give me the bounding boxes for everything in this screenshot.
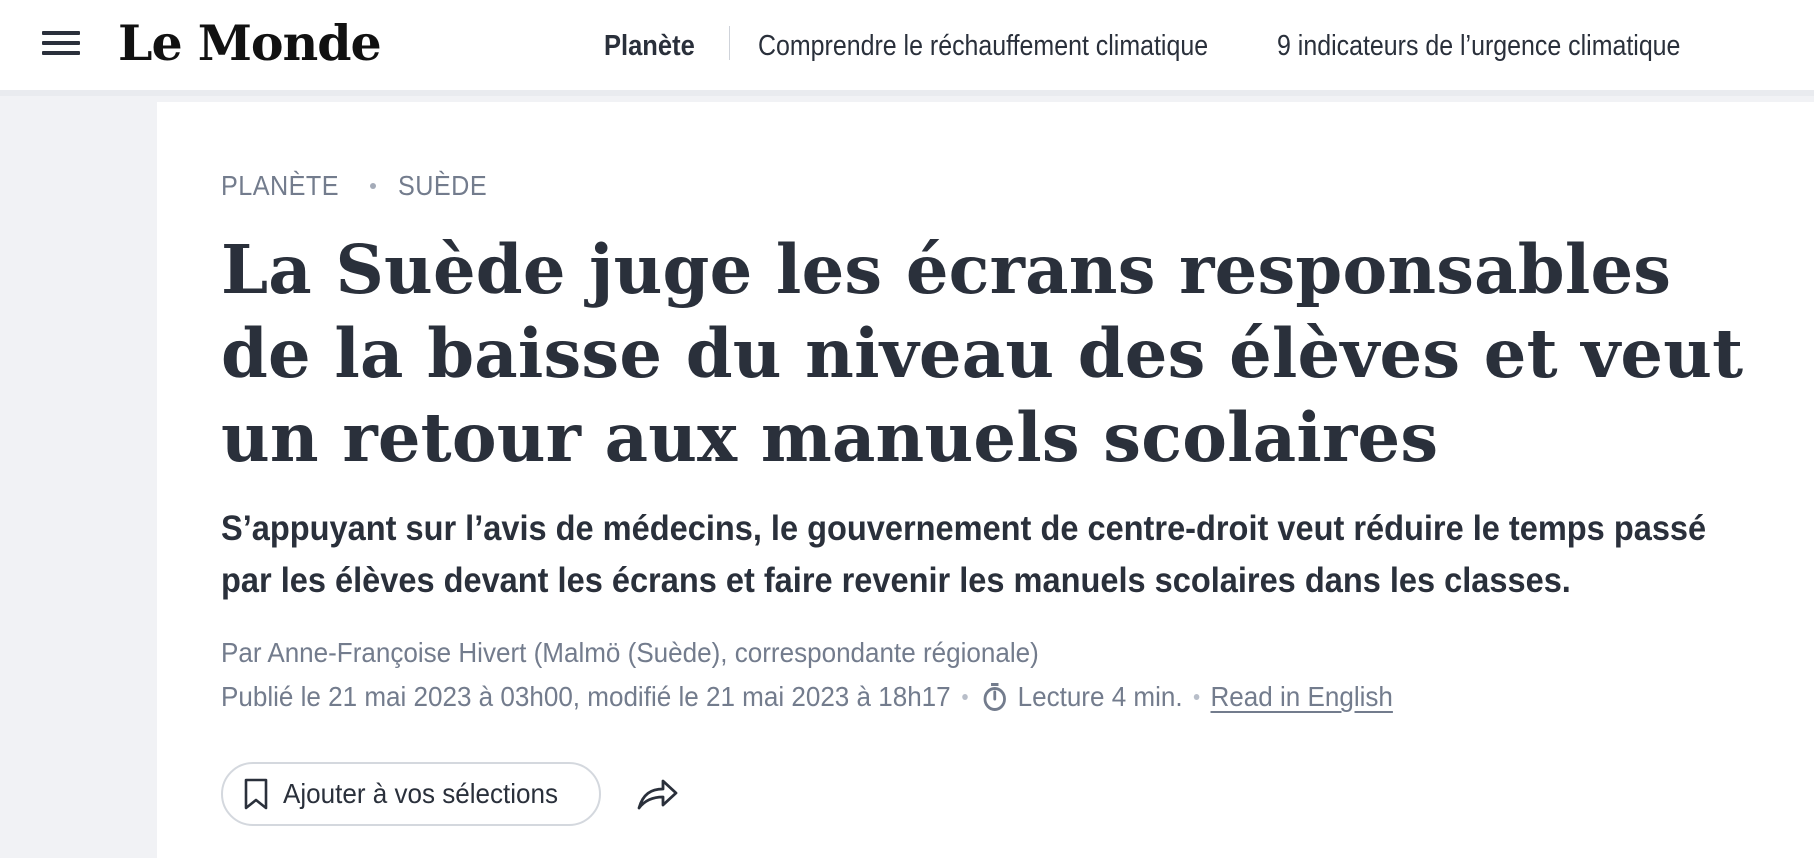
nav-section-planete[interactable]: Planète bbox=[604, 22, 695, 70]
article-byline: Par Anne-Françoise Hivert (Malmö (Suède)… bbox=[221, 637, 1039, 668]
nav-divider bbox=[729, 26, 730, 60]
add-to-selections-label: Ajouter à vos sélections bbox=[283, 778, 559, 809]
meta-separator bbox=[961, 694, 968, 700]
kicker-planete[interactable]: PLANÈTE bbox=[221, 166, 339, 206]
reading-time: Lecture 4 min. bbox=[1017, 681, 1183, 712]
add-to-selections-button[interactable]: Ajouter à vos sélections bbox=[221, 762, 601, 826]
article-kicker: PLANÈTE SUÈDE bbox=[221, 166, 497, 206]
nav-link-indicateurs[interactable]: 9 indicateurs de l’urgence climatique bbox=[1277, 22, 1680, 70]
top-navigation-bar: Le Monde Planète Comprendre le réchauffe… bbox=[0, 0, 1814, 96]
bookmark-icon bbox=[244, 778, 268, 810]
meta-separator bbox=[1193, 694, 1200, 700]
publication-date: Publié le 21 mai 2023 à 03h00, modifié l… bbox=[221, 681, 951, 712]
le-monde-logo[interactable]: Le Monde bbox=[118, 14, 382, 72]
read-in-english-link[interactable]: Read in English bbox=[1211, 677, 1393, 717]
stopwatch-icon bbox=[983, 683, 1006, 711]
article-meta: Publié le 21 mai 2023 à 03h00, modifié l… bbox=[221, 677, 1393, 717]
kicker-suede[interactable]: SUÈDE bbox=[398, 166, 487, 206]
kicker-separator bbox=[370, 183, 377, 189]
article-headline: La Suède juge les écrans responsables de… bbox=[221, 230, 1744, 477]
article-standfirst: S’appuyant sur l’avis de médecins, le go… bbox=[221, 509, 1707, 600]
nav-link-rechauffement[interactable]: Comprendre le réchauffement climatique bbox=[758, 22, 1208, 70]
share-arrow-icon[interactable] bbox=[635, 774, 679, 814]
hamburger-menu-icon[interactable] bbox=[42, 28, 80, 58]
article-container: PLANÈTE SUÈDE La Suède juge les écrans r… bbox=[157, 102, 1814, 858]
